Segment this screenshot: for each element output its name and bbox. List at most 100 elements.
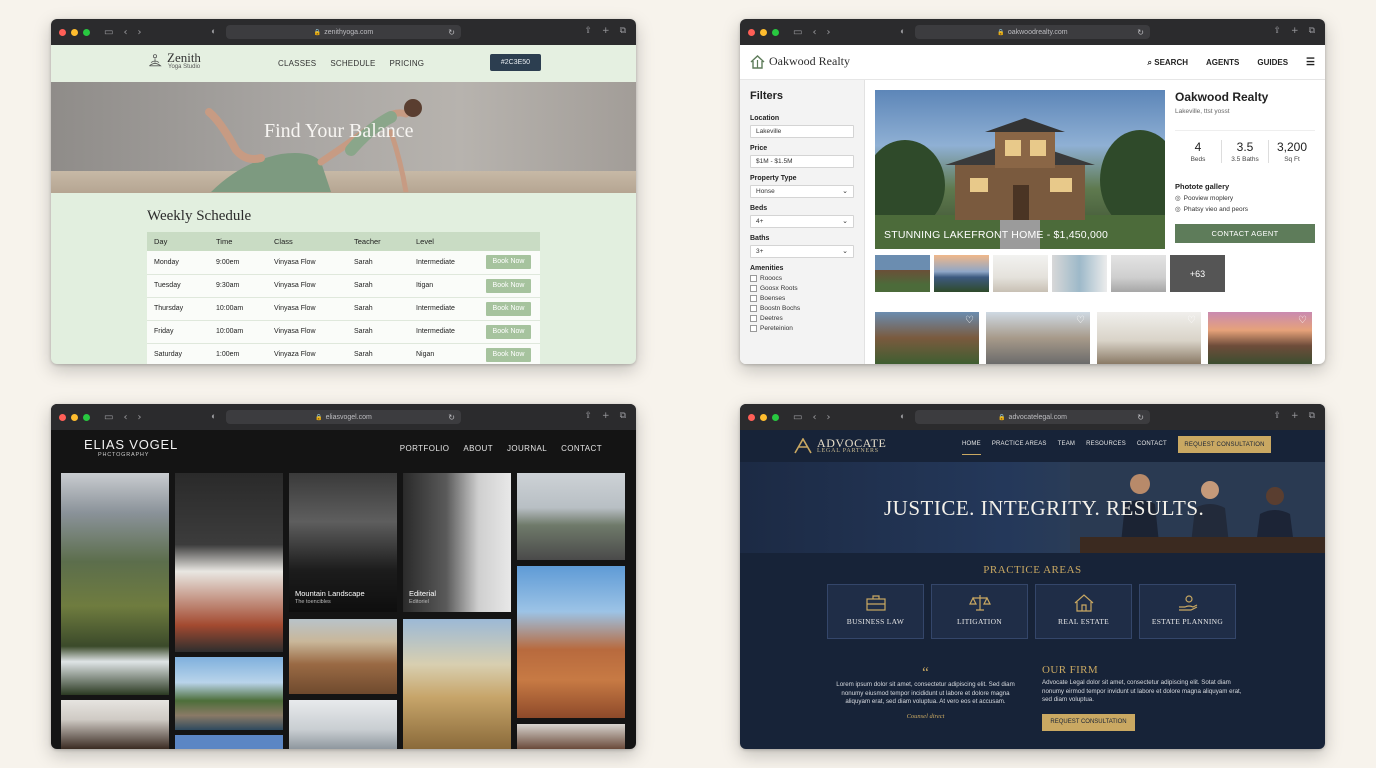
baths-select[interactable]: 3+ ⌄ (750, 245, 854, 258)
forward-arrow-icon[interactable]: › (826, 412, 830, 423)
price-input[interactable]: $1M - $1.5M (750, 155, 854, 168)
privacy-shield-icon[interactable]: ◐ (900, 411, 905, 421)
checkbox[interactable] (750, 285, 757, 292)
listing-card[interactable]: ♡ (1097, 312, 1201, 364)
reload-icon[interactable]: ↻ (448, 28, 455, 37)
request-consultation-button[interactable]: REQUEST CONSULTATION (1178, 436, 1271, 453)
nav-resources[interactable]: RESOURCES (1086, 441, 1126, 455)
photo-portrait-partial[interactable] (517, 724, 625, 749)
book-now-button[interactable]: Book Now (486, 324, 531, 339)
nav-search[interactable]: ⌕ SEARCH (1148, 58, 1189, 68)
minimize-window-button[interactable] (71, 413, 78, 421)
tabs-overview-icon[interactable]: ⧉ (1309, 411, 1315, 421)
contact-agent-button[interactable]: CONTACT AGENT (1175, 224, 1315, 243)
share-icon[interactable]: ⇪ (1273, 26, 1281, 36)
advocate-logo-icon[interactable] (793, 438, 813, 454)
beds-select[interactable]: 4+ ⌄ (750, 215, 854, 228)
forward-arrow-icon[interactable]: › (137, 27, 141, 38)
heart-icon[interactable]: ♡ (965, 315, 974, 326)
nav-journal[interactable]: JOURNAL (507, 444, 547, 453)
heart-icon[interactable]: ♡ (1298, 315, 1307, 326)
share-icon[interactable]: ⇪ (584, 411, 592, 421)
photo-desert-hiker[interactable] (517, 566, 625, 718)
main-listing-photo[interactable]: STUNNING LAKEFRONT HOME - $1,450,000 (875, 90, 1165, 249)
site-logo[interactable]: Zenith Yoga Studio (147, 51, 201, 70)
nav-team[interactable]: TEAM (1058, 441, 1075, 455)
thumbnail[interactable] (1052, 255, 1107, 292)
address-bar[interactable]: 🔒 eliasvogel.com ↻ (226, 410, 461, 424)
listing-card[interactable]: ♡ (875, 312, 979, 364)
photo-man-in-field[interactable] (403, 619, 511, 749)
checkbox[interactable] (750, 295, 757, 302)
practice-card-estate-planning[interactable]: ESTATE PLANNING (1139, 584, 1236, 639)
nav-pricing[interactable]: PRICING (389, 59, 424, 68)
close-window-button[interactable] (59, 413, 66, 421)
close-window-button[interactable] (59, 28, 66, 36)
request-consultation-secondary-button[interactable]: REQUEST CONSULTATION (1042, 713, 1135, 731)
privacy-shield-icon[interactable]: ◐ (211, 26, 216, 36)
new-tab-icon[interactable]: + (1291, 26, 1299, 36)
close-window-button[interactable] (748, 28, 755, 36)
share-icon[interactable]: ⇪ (1273, 411, 1281, 421)
nav-contact[interactable]: CONTACT (1137, 441, 1167, 455)
thumbnail[interactable] (1111, 255, 1166, 292)
reload-icon[interactable]: ↻ (1137, 28, 1144, 37)
photo-road-bride[interactable] (517, 473, 625, 560)
nav-agents[interactable]: AGENTS (1206, 58, 1239, 67)
nav-home[interactable]: HOME (962, 441, 981, 455)
back-arrow-icon[interactable]: ‹ (812, 412, 816, 423)
brand-name[interactable]: ELIAS VOGEL (84, 437, 178, 452)
minimize-window-button[interactable] (760, 28, 767, 36)
nav-portfolio[interactable]: PORTFOLIO (400, 444, 450, 453)
maximize-window-button[interactable] (83, 28, 90, 36)
forward-arrow-icon[interactable]: › (137, 412, 141, 423)
sidebar-toggle-icon[interactable]: ▭ (104, 27, 113, 38)
privacy-shield-icon[interactable]: ◐ (211, 411, 216, 421)
heart-icon[interactable]: ♡ (1076, 315, 1085, 326)
gallery-option[interactable]: ◎ Phatsy vieo and peors (1175, 205, 1315, 214)
privacy-shield-icon[interactable]: ◐ (900, 26, 905, 36)
heart-icon[interactable]: ♡ (1187, 315, 1196, 326)
sidebar-toggle-icon[interactable]: ▭ (793, 412, 802, 423)
reload-icon[interactable]: ↻ (448, 413, 455, 422)
maximize-window-button[interactable] (772, 413, 779, 421)
address-bar[interactable]: 🔒 oakwoodrealty.com ↻ (915, 25, 1150, 39)
reload-icon[interactable]: ↻ (1137, 413, 1144, 422)
nav-contact[interactable]: CONTACT (561, 444, 602, 453)
close-window-button[interactable] (748, 413, 755, 421)
practice-card-business-law[interactable]: BUSINESS LAW (827, 584, 924, 639)
thumbnail[interactable] (934, 255, 989, 292)
site-logo[interactable]: Oakwood Realty (750, 54, 850, 69)
practice-card-litigation[interactable]: LITIGATION (931, 584, 1028, 639)
back-arrow-icon[interactable]: ‹ (812, 27, 816, 38)
book-now-button[interactable]: Book Now (486, 301, 531, 316)
more-photos-thumbnail[interactable]: +63 (1170, 255, 1225, 292)
listing-card[interactable]: ♡ (986, 312, 1090, 364)
checkbox[interactable] (750, 325, 757, 332)
maximize-window-button[interactable] (772, 28, 779, 36)
tabs-overview-icon[interactable]: ⧉ (620, 26, 626, 36)
photo-portrait-man-bw[interactable]: Mountain Landscape The toencibles (289, 473, 397, 612)
thumbnail[interactable] (875, 255, 930, 292)
amenity-option[interactable]: Deetres (750, 315, 854, 322)
gallery-option[interactable]: ◎ Pooview moplery (1175, 194, 1315, 203)
nav-schedule[interactable]: SCHEDULE (330, 59, 375, 68)
nav-practice-areas[interactable]: PRACTICE AREAS (992, 441, 1047, 455)
photo-woman-white-sweater[interactable] (175, 473, 283, 652)
sidebar-toggle-icon[interactable]: ▭ (793, 27, 802, 38)
back-arrow-icon[interactable]: ‹ (123, 27, 127, 38)
tabs-overview-icon[interactable]: ⧉ (620, 411, 626, 421)
nav-classes[interactable]: CLASSES (278, 59, 316, 68)
nav-guides[interactable]: GUIDES (1257, 58, 1288, 67)
new-tab-icon[interactable]: + (1291, 411, 1299, 421)
photo-lake-dock[interactable] (175, 657, 283, 730)
practice-card-real-estate[interactable]: REAL ESTATE (1035, 584, 1132, 639)
tabs-overview-icon[interactable]: ⧉ (1309, 26, 1315, 36)
amenity-option[interactable]: Goosx Roots (750, 285, 854, 292)
photo-sky[interactable] (175, 735, 283, 749)
checkbox[interactable] (750, 275, 757, 282)
minimize-window-button[interactable] (760, 413, 767, 421)
share-icon[interactable]: ⇪ (584, 26, 592, 36)
checkbox[interactable] (750, 305, 757, 312)
photo-portrait-woman[interactable] (61, 700, 169, 749)
